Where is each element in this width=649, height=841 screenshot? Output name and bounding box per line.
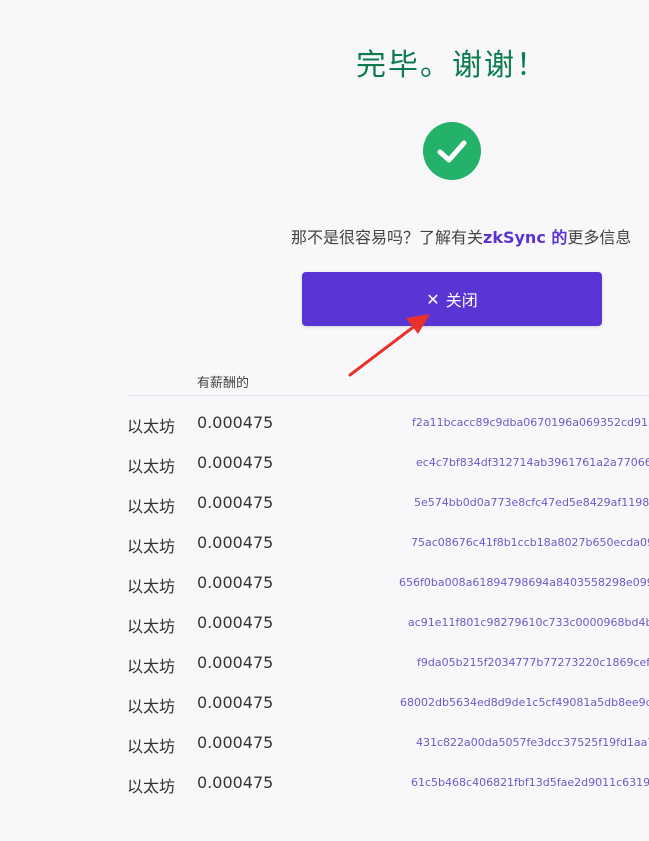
currency-cell: 以太坊	[127, 657, 176, 676]
success-check-icon	[423, 122, 481, 180]
transaction-hash-link[interactable]: 5e574bb0d0a773e8cfc47ed5e8429af11987e1e8…	[414, 496, 649, 509]
amount-cell: 0.000475	[197, 773, 274, 792]
hash-cell-wrap: f9da05b215f2034777b77273220c1869cef68059…	[380, 643, 649, 683]
transaction-hash-link[interactable]: ac91e11f801c98279610c733c0000968bd4b06d4…	[408, 616, 649, 629]
hash-cell-wrap: 656f0ba008a61894798694a8403558298e099b99…	[380, 563, 649, 603]
currency-cell: 以太坊	[127, 777, 176, 796]
hash-cell-wrap: 431c822a00da5057fe3dcc37525f19fd1aa7dee3…	[380, 723, 649, 763]
table-divider	[127, 395, 649, 396]
hash-cell-wrap: 75ac08676c41f8b1ccb18a8027b650ecda09fa68…	[380, 523, 649, 563]
hash-cell-wrap: 5e574bb0d0a773e8cfc47ed5e8429af11987e1e8…	[380, 483, 649, 523]
amount-cell: 0.000475	[197, 533, 274, 552]
table-row: 以太坊 0.000475 656f0ba008a61894798694a840355…	[0, 563, 649, 603]
transaction-hash-link[interactable]: 656f0ba008a61894798694a8403558298e099b99…	[399, 576, 649, 589]
table-row: 以太坊 0.000475 ec4c7bf834df312714ab3961761a2…	[0, 443, 649, 483]
transaction-hash-link[interactable]: f2a11bcacc89c9dba0670196a069352cd913c6d5…	[412, 416, 649, 429]
amount-cell: 0.000475	[197, 613, 274, 632]
annotation-arrow-icon	[348, 314, 430, 377]
amount-cell: 0.000475	[197, 693, 274, 712]
currency-cell: 以太坊	[127, 617, 176, 636]
transaction-hash-link[interactable]: f9da05b215f2034777b77273220c1869cef68059…	[417, 656, 649, 669]
table-row: 以太坊 0.000475 431c822a00da5057fe3dcc37525f1…	[0, 723, 649, 763]
hash-cell-wrap: 68002db5634ed8d9de1c5cf49081a5db8ee9d5ee…	[380, 683, 649, 723]
amount-cell: 0.000475	[197, 653, 274, 672]
close-button-label: 关闭	[445, 291, 478, 310]
currency-cell: 以太坊	[127, 457, 176, 476]
currency-cell: 以太坊	[127, 737, 176, 756]
table-row: 以太坊 0.000475 f9da05b215f2034777b77273220c1…	[0, 643, 649, 683]
amount-cell: 0.000475	[197, 413, 274, 432]
info-suffix: 更多信息	[567, 228, 632, 247]
info-text: 那不是很容易吗？了解有关zkSync 的更多信息	[291, 224, 631, 248]
currency-cell: 以太坊	[127, 497, 176, 516]
amount-cell: 0.000475	[197, 733, 274, 752]
transaction-hash-link[interactable]: 431c822a00da5057fe3dcc37525f19fd1aa7dee3…	[416, 736, 649, 749]
transaction-hash-link[interactable]: ec4c7bf834df312714ab3961761a2a77066fe823…	[416, 456, 649, 469]
hash-cell-wrap: ac91e11f801c98279610c733c0000968bd4b06d4…	[380, 603, 649, 643]
table-row: 以太坊 0.000475 61c5b468c406821fbf13d5fae2d90…	[0, 763, 649, 803]
zksync-link[interactable]: zkSync 的	[483, 228, 567, 247]
table-row: 以太坊 0.000475 f2a11bcacc89c9dba0670196a0693…	[0, 403, 649, 443]
transaction-hash-link[interactable]: 61c5b468c406821fbf13d5fae2d9011c6319b991…	[411, 776, 649, 789]
table-row: 以太坊 0.000475 68002db5634ed8d9de1c5cf49081a…	[0, 683, 649, 723]
amount-column-header: 有薪酬的	[197, 376, 250, 391]
amount-cell: 0.000475	[197, 453, 274, 472]
amount-cell: 0.000475	[197, 573, 274, 592]
amount-cell: 0.000475	[197, 493, 274, 512]
table-row: 以太坊 0.000475 75ac08676c41f8b1ccb18a8027b65…	[0, 523, 649, 563]
transactions-table: 以太坊 0.000475 f2a11bcacc89c9dba0670196a0693…	[0, 403, 649, 803]
currency-cell: 以太坊	[127, 697, 176, 716]
hash-cell-wrap: f2a11bcacc89c9dba0670196a069352cd913c6d5…	[380, 403, 649, 443]
hash-cell-wrap: ec4c7bf834df312714ab3961761a2a77066fe823…	[380, 443, 649, 483]
table-row: 以太坊 0.000475 5e574bb0d0a773e8cfc47ed5e8429…	[0, 483, 649, 523]
transaction-hash-link[interactable]: 75ac08676c41f8b1ccb18a8027b650ecda09fa68…	[411, 536, 649, 549]
page-title: 完毕。谢谢！	[356, 48, 548, 83]
hash-cell-wrap: 61c5b468c406821fbf13d5fae2d9011c6319b991…	[380, 763, 649, 803]
currency-cell: 以太坊	[127, 537, 176, 556]
info-prefix: 那不是很容易吗？了解有关	[291, 228, 484, 247]
transaction-hash-link[interactable]: 68002db5634ed8d9de1c5cf49081a5db8ee9d5ee…	[400, 696, 649, 709]
currency-cell: 以太坊	[127, 417, 176, 436]
currency-cell: 以太坊	[127, 577, 176, 596]
table-row: 以太坊 0.000475 ac91e11f801c98279610c733c0000…	[0, 603, 649, 643]
